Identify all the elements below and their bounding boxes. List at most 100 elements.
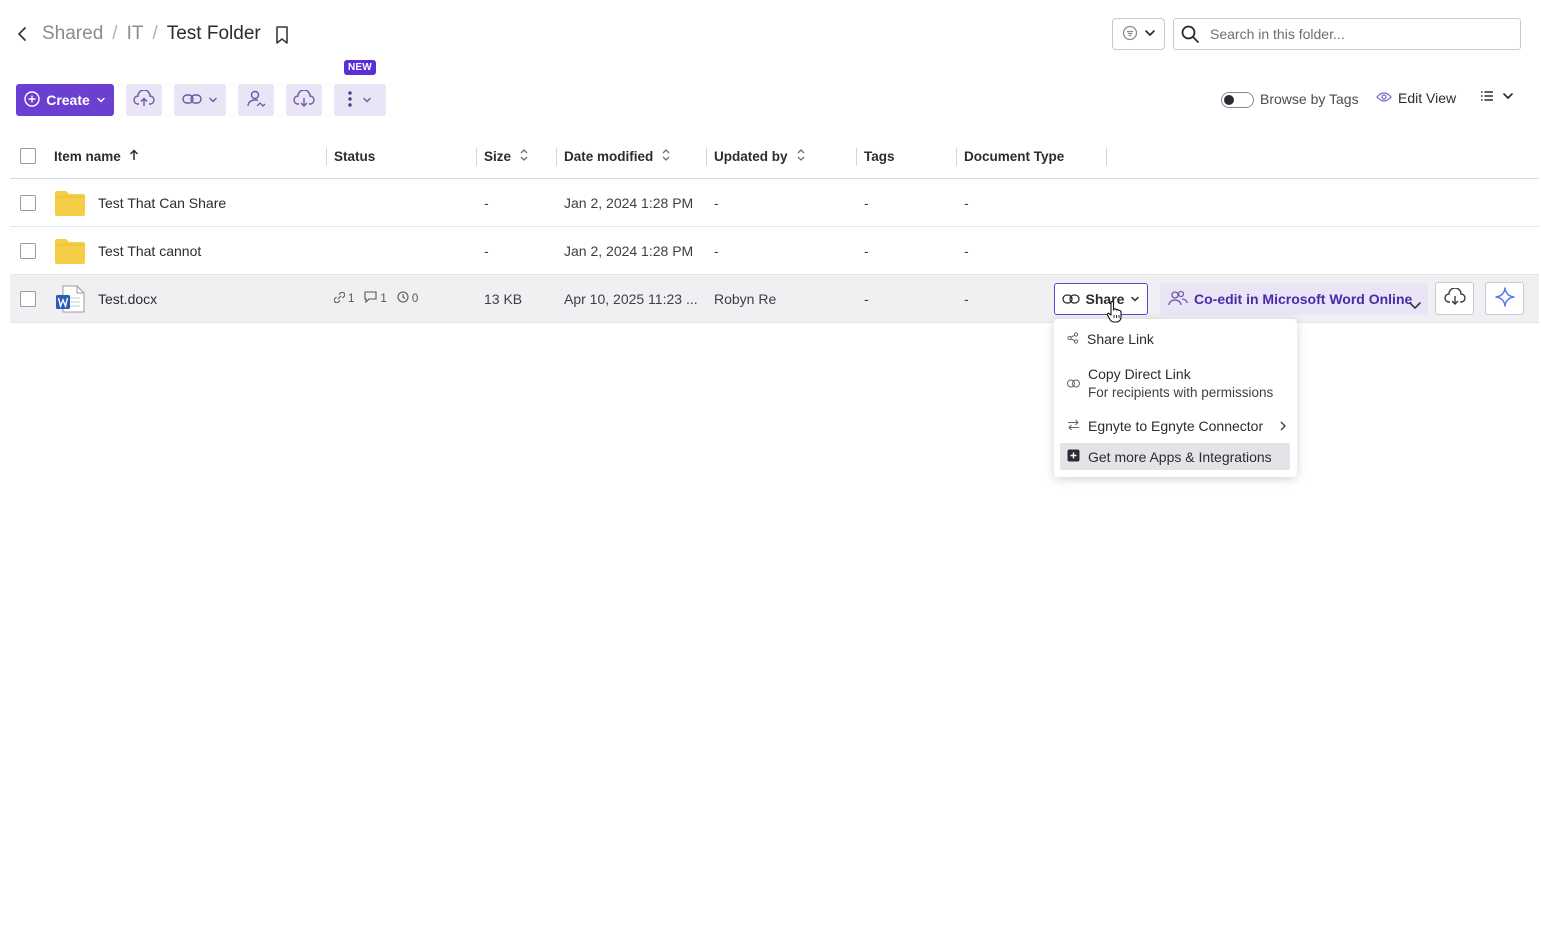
eye-icon xyxy=(1376,90,1392,106)
menu-item-copy-direct-link[interactable]: Copy Direct Link For recipients with per… xyxy=(1060,364,1290,402)
edit-view-button[interactable]: Edit View xyxy=(1376,90,1456,106)
view-mode-dropdown[interactable] xyxy=(1480,89,1514,105)
comment-count-value: 1 xyxy=(380,292,387,305)
version-count-value: 0 xyxy=(411,292,419,305)
menu-item-text: Copy Direct Link For recipients with per… xyxy=(1088,366,1273,400)
item-name-link[interactable]: Test.docx xyxy=(98,275,157,322)
size-cell: - xyxy=(484,242,489,259)
coedit-word-online-button[interactable]: Co-edit in Microsoft Word Online xyxy=(1160,283,1428,315)
search-input[interactable] xyxy=(1210,26,1510,42)
select-all-checkbox[interactable] xyxy=(20,134,36,178)
users-icon xyxy=(1168,290,1188,309)
breadcrumb-it[interactable]: IT xyxy=(127,23,144,45)
doc-type-cell: - xyxy=(964,242,969,259)
download-file-button[interactable] xyxy=(1435,282,1474,315)
create-label: Create xyxy=(46,92,90,108)
edit-view-label: Edit View xyxy=(1398,90,1457,106)
column-divider[interactable] xyxy=(1106,148,1107,166)
menu-item-get-more-apps[interactable]: Get more Apps & Integrations xyxy=(1060,443,1290,470)
new-badge: NEW xyxy=(344,60,376,75)
column-header-updated-by[interactable]: Updated by xyxy=(714,134,806,178)
doc-type-cell: - xyxy=(964,194,969,211)
chevron-down-icon xyxy=(96,92,106,108)
column-header-date[interactable]: Date modified xyxy=(564,134,671,178)
search-field[interactable] xyxy=(1173,18,1521,50)
column-divider[interactable] xyxy=(956,148,957,166)
row-checkbox[interactable] xyxy=(20,227,36,274)
link-icon xyxy=(1067,375,1080,391)
column-header-name[interactable]: Item name xyxy=(54,134,139,178)
menu-item-label: Egnyte to Egnyte Connector xyxy=(1088,418,1264,434)
column-header-tags[interactable]: Tags xyxy=(864,134,895,178)
request-signature-button[interactable] xyxy=(238,84,274,116)
size-cell: 13 KB xyxy=(484,290,523,307)
menu-item-label: Copy Direct Link xyxy=(1088,366,1191,382)
version-count[interactable]: 0 xyxy=(397,291,418,306)
page-title: Test Folder xyxy=(166,23,261,44)
checkbox-box[interactable] xyxy=(20,148,36,164)
updated-by-cell: - xyxy=(714,242,719,259)
doc-type-cell: - xyxy=(964,290,969,307)
column-divider[interactable] xyxy=(856,148,857,166)
item-name-link[interactable]: Test That Can Share xyxy=(98,179,226,226)
filter-dropdown-button[interactable] xyxy=(1112,18,1165,50)
menu-item-egnyte-connector[interactable]: Egnyte to Egnyte Connector xyxy=(1060,416,1290,436)
share-button[interactable]: Share xyxy=(1054,283,1148,315)
row-checkbox[interactable] xyxy=(20,275,36,322)
status-cell: 1 1 0 xyxy=(333,275,428,322)
more-actions-button[interactable] xyxy=(334,84,386,116)
size-cell: - xyxy=(484,194,489,211)
link-dropdown-button[interactable] xyxy=(174,84,226,116)
column-header-status-label: Status xyxy=(334,148,376,164)
sort-icon xyxy=(796,148,806,165)
tags-cell: - xyxy=(864,242,869,259)
user-sign-icon xyxy=(246,89,266,112)
share-dropdown-menu: Share Link Copy Direct Link For recipien… xyxy=(1054,319,1297,477)
cloud-upload-icon xyxy=(133,88,155,111)
comment-count[interactable]: 1 xyxy=(364,291,387,306)
link-count[interactable]: 1 xyxy=(333,291,355,306)
column-header-status[interactable]: Status xyxy=(334,134,375,178)
column-header-date-label: Date modified xyxy=(564,148,654,164)
plus-square-icon xyxy=(1067,449,1080,465)
back-icon[interactable] xyxy=(12,22,34,46)
breadcrumb-shared[interactable]: Shared xyxy=(42,23,103,45)
coedit-label: Co-edit in Microsoft Word Online xyxy=(1194,291,1413,307)
clock-icon xyxy=(397,291,409,306)
column-divider[interactable] xyxy=(556,148,557,166)
link-count-value: 1 xyxy=(348,292,355,305)
link-icon xyxy=(1061,291,1080,307)
chevron-down-icon[interactable] xyxy=(1405,297,1425,316)
row-checkbox[interactable] xyxy=(20,179,36,226)
checkbox-box[interactable] xyxy=(20,290,36,307)
hand-cursor-icon xyxy=(1106,300,1124,327)
updated-by-cell: - xyxy=(714,194,719,211)
bookmark-icon[interactable] xyxy=(272,24,292,46)
column-divider[interactable] xyxy=(706,148,707,166)
filter-icon xyxy=(1122,25,1138,44)
more-vertical-icon xyxy=(348,90,352,110)
ai-copilot-button[interactable] xyxy=(1485,282,1524,315)
date-cell: Apr 10, 2025 11:23 ... xyxy=(564,290,698,307)
table-row[interactable]: Test That Can Share - Jan 2, 2024 1:28 P… xyxy=(10,179,1539,227)
menu-item-label: Share Link xyxy=(1087,331,1154,347)
column-divider[interactable] xyxy=(326,148,327,166)
item-name-link[interactable]: Test That cannot xyxy=(98,227,201,274)
menu-item-label: Get more Apps & Integrations xyxy=(1088,448,1272,465)
updated-by-cell: Robyn Re xyxy=(714,290,777,307)
upload-button[interactable] xyxy=(126,84,162,116)
table-row[interactable]: Test That cannot - Jan 2, 2024 1:28 PM -… xyxy=(10,227,1539,275)
column-divider[interactable] xyxy=(476,148,477,166)
breadcrumb-separator: / xyxy=(152,23,158,44)
column-header-doc-type[interactable]: Document Type xyxy=(964,134,1064,178)
menu-item-share-link[interactable]: Share Link xyxy=(1060,330,1290,348)
browse-by-tags-toggle[interactable] xyxy=(1221,92,1254,108)
column-header-updated-by-label: Updated by xyxy=(714,148,788,164)
table-header: Item name Status Size Date modified Upda… xyxy=(10,134,1539,179)
create-button[interactable]: Create xyxy=(16,84,114,116)
checkbox-box[interactable] xyxy=(20,194,36,211)
column-header-size[interactable]: Size xyxy=(484,134,529,178)
checkbox-box[interactable] xyxy=(20,242,36,259)
download-button[interactable] xyxy=(286,84,322,116)
browse-by-tags-label: Browse by Tags xyxy=(1260,91,1359,107)
